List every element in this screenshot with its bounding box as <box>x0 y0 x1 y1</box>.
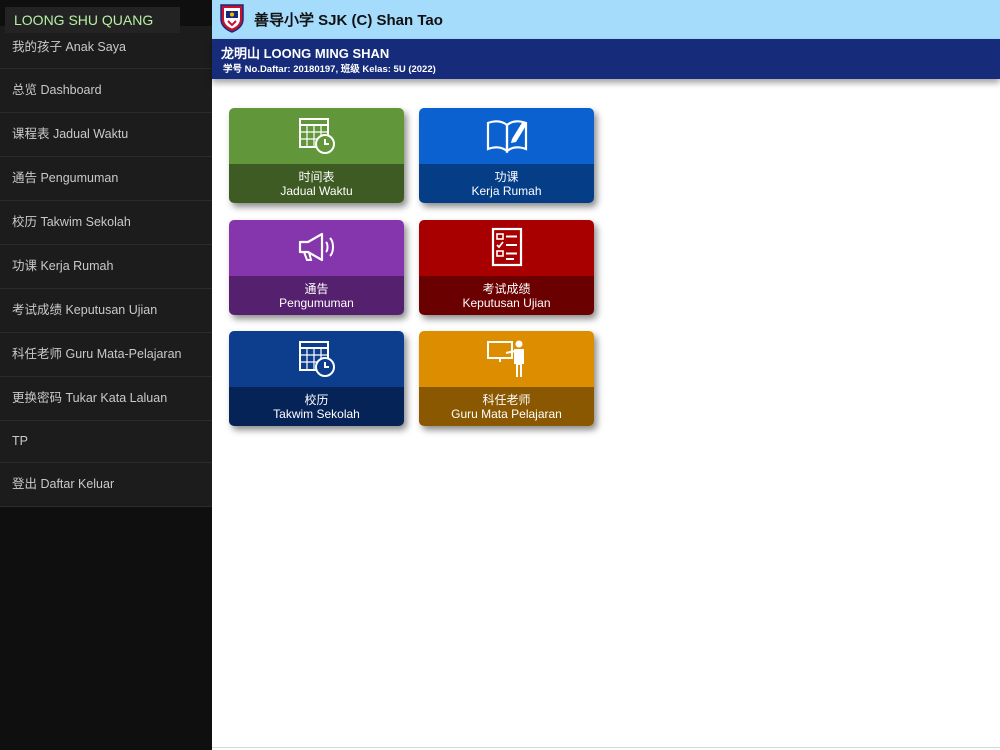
sidebar-item-daftar-keluar[interactable]: 登出 Daftar Keluar <box>0 463 212 507</box>
tile-label: 考试成绩 Keputusan Ujian <box>419 276 594 315</box>
tile-label-malay: Jadual Waktu <box>280 184 353 198</box>
tile-takwim-sekolah[interactable]: 校历 Takwim Sekolah <box>229 331 404 426</box>
sidebar-item-kerja-rumah[interactable]: 功课 Kerja Rumah <box>0 245 212 289</box>
sidebar: 我的孩子 Anak Saya 总览 Dashboard 课程表 Jadual W… <box>0 0 212 750</box>
sidebar-item-takwim-sekolah[interactable]: 校历 Takwim Sekolah <box>0 201 212 245</box>
tile-label-chinese: 考试成绩 <box>482 282 531 296</box>
tile-top <box>419 108 594 164</box>
sidebar-item-tukar-kata-laluan[interactable]: 更换密码 Tukar Kata Laluan <box>0 377 212 421</box>
calendar-clock-icon <box>299 118 335 154</box>
megaphone-icon <box>298 232 334 262</box>
student-registration-info: 学号 No.Daftar: 20180197, 班级 Kelas: 5U (20… <box>223 64 436 75</box>
sidebar-item-guru-mata-pelajaran[interactable]: 科任老师 Guru Mata-Pelajaran <box>0 333 212 377</box>
tile-label-chinese: 科任老师 <box>482 393 531 407</box>
school-logo <box>220 4 244 33</box>
tile-label-chinese: 校历 <box>304 393 329 407</box>
tile-label-malay: Pengumuman <box>279 296 354 310</box>
tile-label: 校历 Takwim Sekolah <box>229 387 404 426</box>
tile-label-chinese: 时间表 <box>298 170 335 184</box>
student-name: 龙明山 LOONG MING SHAN <box>221 46 390 61</box>
checklist-icon <box>491 227 523 267</box>
tile-label: 功课 Kerja Rumah <box>419 164 594 203</box>
top-header: 善导小学 SJK (C) Shan Tao <box>212 0 1000 39</box>
tile-top <box>229 331 404 387</box>
tile-label-chinese: 通告 <box>304 282 329 296</box>
tile-kerja-rumah[interactable]: 功课 Kerja Rumah <box>419 108 594 203</box>
student-info-bar: 龙明山 LOONG MING SHAN 学号 No.Daftar: 201801… <box>212 39 1000 79</box>
tile-label: 时间表 Jadual Waktu <box>229 164 404 203</box>
sidebar-item-jadual-waktu[interactable]: 课程表 Jadual Waktu <box>0 113 212 157</box>
tile-top <box>419 331 594 387</box>
tile-pengumuman[interactable]: 通告 Pengumuman <box>229 220 404 315</box>
tile-label-chinese: 功课 <box>494 170 519 184</box>
sidebar-item-keputusan-ujian[interactable]: 考试成绩 Keputusan Ujian <box>0 289 212 333</box>
tile-label: 科任老师 Guru Mata Pelajaran <box>419 387 594 426</box>
calendar-clock-icon <box>299 341 335 377</box>
user-name-tab[interactable]: LOONG SHU QUANG <box>5 7 180 33</box>
sidebar-item-pengumuman[interactable]: 通告 Pengumuman <box>0 157 212 201</box>
tile-top <box>229 108 404 164</box>
tile-label: 通告 Pengumuman <box>229 276 404 315</box>
tile-label-malay: Guru Mata Pelajaran <box>451 407 562 421</box>
tile-keputusan-ujian[interactable]: 考试成绩 Keputusan Ujian <box>419 220 594 315</box>
tile-guru-mata-pelajaran[interactable]: 科任老师 Guru Mata Pelajaran <box>419 331 594 426</box>
tile-label-malay: Takwim Sekolah <box>273 407 360 421</box>
tile-label-malay: Keputusan Ujian <box>462 296 551 310</box>
book-pencil-icon <box>486 120 528 154</box>
sidebar-item-tp[interactable]: TP <box>0 421 212 463</box>
sidebar-item-dashboard[interactable]: 总览 Dashboard <box>0 69 212 113</box>
tile-top <box>419 220 594 276</box>
teacher-board-icon <box>487 340 524 377</box>
page-bottom-divider <box>212 747 1000 748</box>
tile-top <box>229 220 404 276</box>
sidebar-nav: 我的孩子 Anak Saya 总览 Dashboard 课程表 Jadual W… <box>0 26 212 507</box>
tile-label-malay: Kerja Rumah <box>471 184 542 198</box>
school-name: 善导小学 SJK (C) Shan Tao <box>254 12 443 29</box>
tile-jadual-waktu[interactable]: 时间表 Jadual Waktu <box>229 108 404 203</box>
